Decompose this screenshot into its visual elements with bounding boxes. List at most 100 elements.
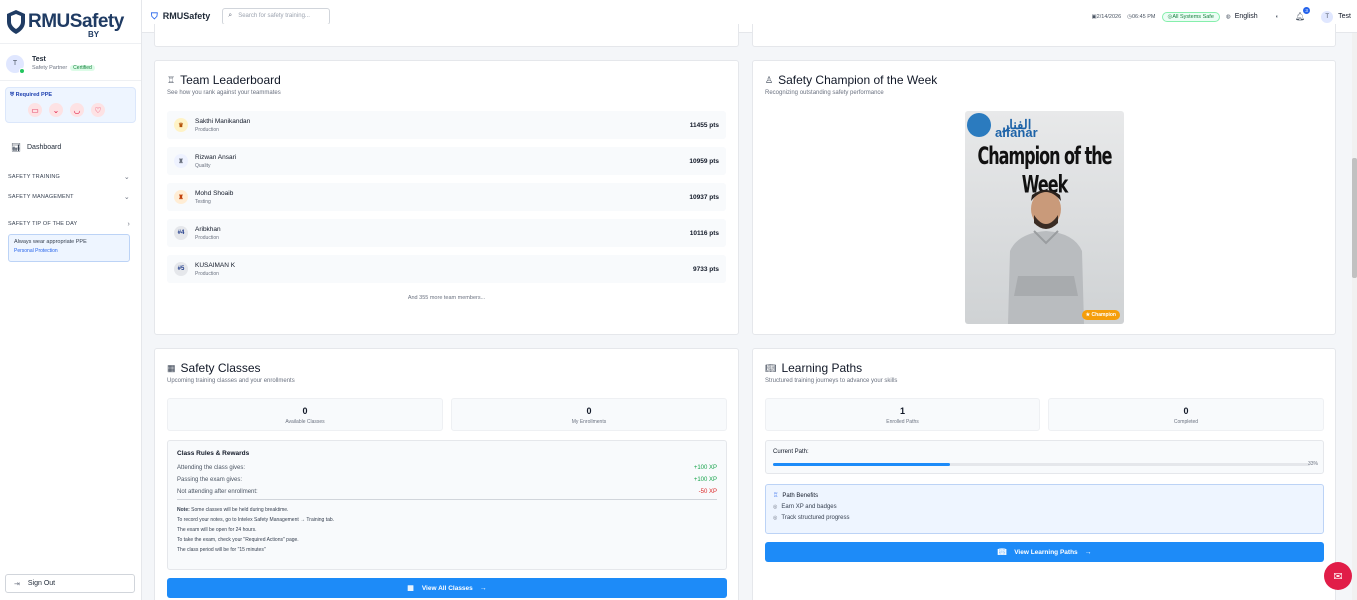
logout-icon: ⇥ [14,580,20,588]
table-row[interactable]: #5 KUSAIMAN K Production 9733 pts [167,255,726,283]
sidebar-section-safety-tip[interactable]: SAFETY TIP OF THE DAY › [0,214,141,234]
app-name: RMUSafety [162,11,211,21]
calendar-icon: ▦ [167,362,176,373]
champion-person-image [1008,190,1084,324]
table-row[interactable]: ♜ Mohd Shoaib Testing 10937 pts [167,183,726,211]
path-progress-fill [773,463,951,466]
brand-name: RMUSafety [28,10,124,32]
champion-subtitle: Recognizing outstanding safety performan… [765,90,884,96]
notification-count: 3 [1303,7,1311,14]
safety-tip-text: Always wear appropriate PPE [14,239,87,245]
helmet-icon[interactable]: ▭ [28,103,42,117]
enrolled-paths-stat: 1 Enrolled Paths [765,398,1040,431]
rule-row: Not attending after enrollment: -50 XP [177,489,717,495]
paths-subtitle: Structured training journeys to advance … [765,378,898,384]
vest-icon[interactable]: ⌄ [49,103,63,117]
sidebar-item-dashboard[interactable]: 📊︎ Dashboard [0,140,141,154]
current-path-panel[interactable]: Current Path: 33% [765,440,1324,474]
member-name: Rizwan Ansari [195,153,237,161]
chat-button[interactable]: ✉ [1324,562,1352,590]
class-notes: Note: Some classes will be held during b… [177,507,335,553]
rule-row: Passing the exam gives: +100 XP [177,477,717,483]
check-circle-icon: ◎ [773,515,778,521]
sidebar-section-safety-management[interactable]: SAFETY MANAGEMENT ⌄ [0,187,141,207]
view-learning-paths-button[interactable]: 📖︎ View Learning Paths → [765,542,1324,562]
page-scrollbar[interactable] [1352,33,1357,600]
required-ppe-panel: ⛨ Required PPE ▭ ⌄ ◡ ♡ [5,87,136,123]
previous-card-left [154,24,739,47]
rank-number: #5 [174,262,188,276]
language-selector[interactable]: ◍ English [1226,13,1258,20]
safety-champion-card: ♙ Safety Champion of the Week Recognizing… [752,60,1336,335]
chevron-down-icon: ⌄ [123,194,130,201]
avatar[interactable]: T [1321,10,1334,23]
system-status-badge: ◎ All Systems Safe [1161,11,1220,22]
sign-out-button[interactable]: ⇥ Sign Out [5,574,135,593]
required-ppe-title: ⛨ Required PPE [10,92,53,98]
member-points: 9733 pts [692,265,719,273]
class-rules-panel: Class Rules & Rewards Attending the clas… [167,440,727,570]
award-icon: ♙ [765,74,774,85]
brand-by: BY [88,30,100,39]
logo-english: alfanar [995,125,1038,140]
view-all-classes-button[interactable]: ▦ View All Classes → [167,578,727,598]
user-name[interactable]: Test [1338,13,1351,20]
shield-icon: ⛉ [151,10,158,21]
completed-paths-stat: 0 Completed [1048,398,1324,431]
date-display: ▣ 2/14/2026 [1091,13,1122,20]
classes-subtitle: Upcoming training classes and your enrol… [167,378,295,384]
member-department: Production [195,234,219,241]
previous-card-right [752,24,1336,47]
stat-label: Available Classes [285,419,325,425]
gloves-icon[interactable]: ♡ [91,103,105,117]
benefit-item: ◎ Track structured progress [773,515,850,521]
globe-logo-icon [967,113,991,137]
champion-title: ♙ Safety Champion of the Week [765,73,938,87]
bronze-medal-icon: ♜ [174,190,188,204]
section-label: SAFETY MANAGEMENT [8,194,74,200]
brand-logo[interactable]: RMUSafety BY [0,0,141,44]
member-department: Production [195,126,219,133]
boot-icon[interactable]: ◡ [70,103,84,117]
chart-icon: 📊︎ [11,142,22,152]
bell-icon[interactable]: 🔔︎ 3 [1295,7,1311,21]
classes-title: ▦ Safety Classes [167,361,261,375]
member-points: 11455 pts [689,121,719,129]
table-row[interactable]: ♜ Rizwan Ansari Quality 10959 pts [167,147,726,175]
learning-paths-card: 📖︎ Learning Paths Structured training jou… [752,348,1336,600]
paths-title: 📖︎ Learning Paths [765,361,863,375]
user-role: Safety Partner [32,65,68,71]
team-leaderboard-card: ♖ Team Leaderboard See how you rank again… [154,60,739,335]
sidebar-item-label: Dashboard [27,143,62,151]
book-icon: 📖︎ [997,549,1007,556]
user-profile[interactable]: T Test Safety Partner Certified [0,47,141,81]
current-path-label: Current Path: [773,449,809,455]
silver-medal-icon: ♜ [174,154,188,168]
member-department: Quality [195,162,211,169]
button-label: View All Classes [421,584,473,592]
table-row[interactable]: ♛ Sakthi Manikandan Production 11455 pts [167,111,726,139]
path-progress-bar [773,463,1310,466]
trophy-icon: ♖ [167,74,176,85]
member-department: Production [195,270,219,277]
stat-value: 0 [586,406,592,416]
app-title[interactable]: ⛉ RMUSafety [151,11,210,22]
leaderboard-subtitle: See how you rank against your teammates [167,90,281,96]
shield-logo-icon [7,9,25,34]
sidebar: RMUSafety BY T Test Safety Partner Certif… [0,0,142,600]
member-points: 10116 pts [689,229,719,237]
sidebar-section-safety-training[interactable]: SAFETY TRAINING ⌄ [0,167,141,187]
chat-icon: ✉ [1333,570,1343,583]
scrollbar-thumb[interactable] [1352,158,1357,278]
theme-icon[interactable]: ◐ [1276,14,1279,20]
sidebar-nav: 📊︎ Dashboard SAFETY TRAINING ⌄ SAFETY MA… [0,140,141,262]
section-label: SAFETY TRAINING [8,174,61,180]
table-row[interactable]: #4 Aribkhan Production 10116 pts [167,219,726,247]
stat-value: 0 [1183,406,1189,416]
search-icon: ⌕ [228,12,233,19]
champion-photo[interactable]: الفنار alfanar Champion of the Week ★ Ch… [965,111,1124,324]
stat-label: My Enrollments [571,419,607,425]
member-name: Sakthi Manikandan [195,117,251,125]
search-input[interactable]: ⌕ Search for safety training... [222,7,331,25]
time-display: ◷ 06:45 PM [1127,13,1156,20]
